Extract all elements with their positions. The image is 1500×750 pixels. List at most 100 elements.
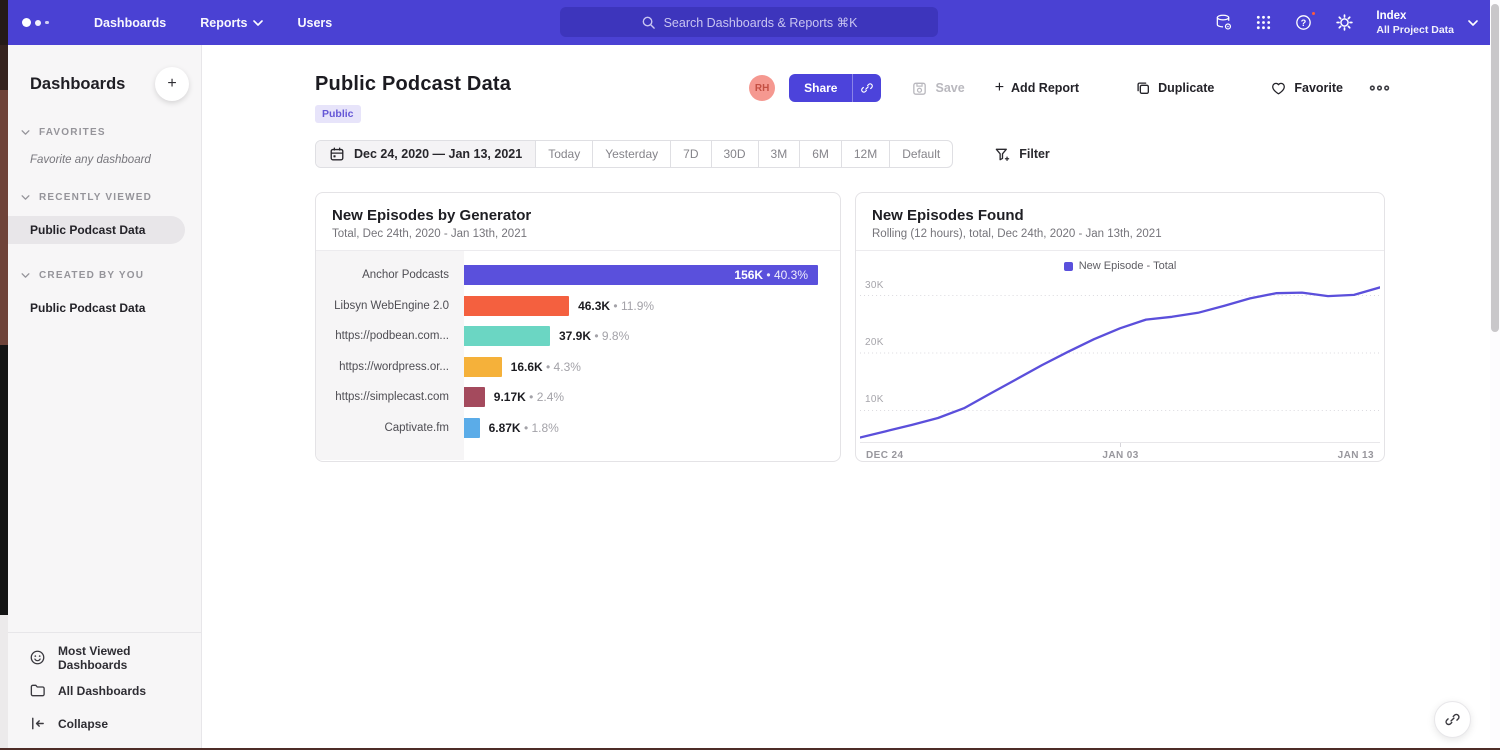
date-range-control: Dec 24, 2020 — Jan 13, 2021 TodayYesterd…	[315, 140, 953, 168]
bar[interactable]: 156K • 40.3%	[464, 265, 818, 285]
project-name: Index	[1376, 9, 1454, 24]
duplicate-icon	[1135, 80, 1151, 96]
bar[interactable]	[464, 387, 485, 407]
bar-value-label: 156K • 40.3%	[734, 268, 808, 282]
x-tick-dec24: DEC 24	[866, 450, 903, 461]
more-options-button[interactable]	[1369, 84, 1390, 92]
date-preset-12m[interactable]: 12M	[842, 141, 890, 167]
link-icon	[860, 81, 874, 95]
add-report-button[interactable]: + Add Report	[995, 80, 1079, 96]
bar-chart-card[interactable]: New Episodes by Generator Total, Dec 24t…	[315, 192, 841, 462]
line-chart-legend: New Episode - Total	[856, 251, 1384, 274]
settings-gear-icon[interactable]	[1335, 13, 1354, 32]
bar-value-label: 16.6K • 4.3%	[511, 360, 581, 374]
plus-icon: +	[995, 80, 1004, 96]
duplicate-button[interactable]: Duplicate	[1135, 80, 1214, 96]
date-preset-7d[interactable]: 7D	[671, 141, 711, 167]
nav-users[interactable]: Users	[297, 16, 332, 30]
line-chart-card[interactable]: New Episodes Found Rolling (12 hours), t…	[855, 192, 1385, 462]
bar-row[interactable]: 156K • 40.3%	[464, 260, 818, 291]
legend-label: New Episode - Total	[1079, 260, 1177, 272]
x-tick-jan13: JAN 13	[1338, 450, 1374, 461]
link-icon	[1444, 711, 1461, 728]
bar[interactable]	[464, 326, 550, 346]
page-title: Public Podcast Data	[315, 73, 511, 96]
project-subtitle: All Project Data	[1376, 24, 1454, 36]
sidebar-footer: Most Viewed Dashboards All Dashboards Co…	[8, 632, 201, 746]
bar-value-label: 6.87K • 1.8%	[489, 421, 559, 435]
x-tick-jan03: JAN 03	[1102, 450, 1138, 461]
sidebar: Dashboards + FAVORITES Favorite any dash…	[8, 45, 202, 748]
heart-icon	[1270, 80, 1287, 97]
apps-grid-icon[interactable]	[1255, 14, 1272, 31]
calendar-icon	[329, 146, 345, 162]
top-nav: Dashboards Reports Users Search Dashboar…	[8, 0, 1490, 45]
chevron-down-icon	[1468, 20, 1478, 26]
bar-row[interactable]: 46.3K • 11.9%	[464, 291, 818, 322]
bar-category-label: https://podbean.com...	[316, 321, 464, 352]
date-presets: TodayYesterday7D30D3M6M12MDefault	[536, 141, 952, 167]
bar[interactable]	[464, 418, 480, 438]
bar-row[interactable]: 16.6K • 4.3%	[464, 352, 818, 383]
date-range-picker[interactable]: Dec 24, 2020 — Jan 13, 2021	[316, 141, 536, 167]
save-icon	[911, 80, 928, 97]
bar[interactable]	[464, 357, 502, 377]
mixpanel-logo-icon[interactable]	[22, 18, 66, 27]
add-dashboard-button[interactable]: +	[155, 67, 189, 101]
chevron-down-icon	[253, 20, 263, 26]
nav-reports[interactable]: Reports	[200, 16, 263, 30]
scrollbar-track[interactable]	[1490, 0, 1500, 750]
app-window: Dashboards Reports Users Search Dashboar…	[8, 0, 1490, 748]
x-axis-tick-mark	[1120, 443, 1121, 447]
bar-chart-labels: Anchor PodcastsLibsyn WebEngine 2.0https…	[316, 251, 464, 460]
bar[interactable]	[464, 296, 569, 316]
share-link-button[interactable]	[852, 74, 881, 102]
most-viewed-dashboards-button[interactable]: Most Viewed Dashboards	[8, 641, 201, 674]
bar-category-label: Anchor Podcasts	[316, 260, 464, 291]
filter-button[interactable]: Filter	[994, 146, 1050, 163]
public-badge: Public	[315, 105, 361, 123]
share-button[interactable]: Share	[789, 74, 852, 102]
bar-row[interactable]: 37.9K • 9.8%	[464, 321, 818, 352]
main-content: Public Podcast Data Public RH Share Save	[202, 45, 1490, 748]
scrollbar-thumb[interactable]	[1491, 4, 1499, 332]
date-preset-default[interactable]: Default	[890, 141, 952, 167]
section-created-by-you[interactable]: CREATED BY YOU	[8, 270, 201, 281]
data-management-icon[interactable]	[1214, 13, 1233, 32]
y-tick-30k: 30K	[865, 280, 884, 291]
bar-value-label: 46.3K • 11.9%	[578, 299, 654, 313]
favorite-button[interactable]: Favorite	[1270, 80, 1343, 97]
nav-dashboards[interactable]: Dashboards	[94, 16, 166, 30]
bar-value-label: 37.9K • 9.8%	[559, 329, 629, 343]
bar-row[interactable]: 6.87K • 1.8%	[464, 413, 818, 444]
section-favorites[interactable]: FAVORITES	[8, 127, 201, 138]
bar-row[interactable]: 9.17K • 2.4%	[464, 382, 818, 413]
all-dashboards-button[interactable]: All Dashboards	[8, 674, 201, 707]
date-preset-30d[interactable]: 30D	[712, 141, 759, 167]
copy-link-floating-button[interactable]	[1434, 701, 1471, 738]
line-chart-title: New Episodes Found	[872, 207, 1368, 224]
date-preset-yesterday[interactable]: Yesterday	[593, 141, 671, 167]
notification-dot	[1310, 10, 1317, 17]
line-chart-plot: 30K 20K 10K	[860, 276, 1380, 442]
svg-text:?: ?	[1301, 18, 1307, 28]
bar-category-label: Libsyn WebEngine 2.0	[316, 291, 464, 322]
section-recently-viewed[interactable]: RECENTLY VIEWED	[8, 192, 201, 203]
smiley-icon	[29, 649, 46, 666]
save-button[interactable]: Save	[911, 80, 964, 97]
avatar[interactable]: RH	[749, 75, 775, 101]
y-tick-20k: 20K	[865, 337, 884, 348]
date-range-text: Dec 24, 2020 — Jan 13, 2021	[354, 147, 522, 161]
collapse-sidebar-button[interactable]: Collapse	[8, 707, 201, 740]
line-chart-subtitle: Rolling (12 hours), total, Dec 24th, 202…	[872, 228, 1368, 240]
sidebar-item-public-podcast-data-created[interactable]: Public Podcast Data	[8, 294, 201, 322]
date-preset-today[interactable]: Today	[536, 141, 593, 167]
project-switcher[interactable]: Index All Project Data	[1376, 9, 1478, 36]
date-preset-6m[interactable]: 6M	[800, 141, 842, 167]
bar-chart-title: New Episodes by Generator	[332, 207, 824, 224]
sidebar-title: Dashboards	[30, 75, 125, 94]
search-input[interactable]: Search Dashboards & Reports ⌘K	[560, 7, 938, 37]
sidebar-item-public-podcast-data[interactable]: Public Podcast Data	[8, 216, 185, 244]
date-preset-3m[interactable]: 3M	[759, 141, 801, 167]
help-icon[interactable]: ?	[1294, 13, 1313, 32]
